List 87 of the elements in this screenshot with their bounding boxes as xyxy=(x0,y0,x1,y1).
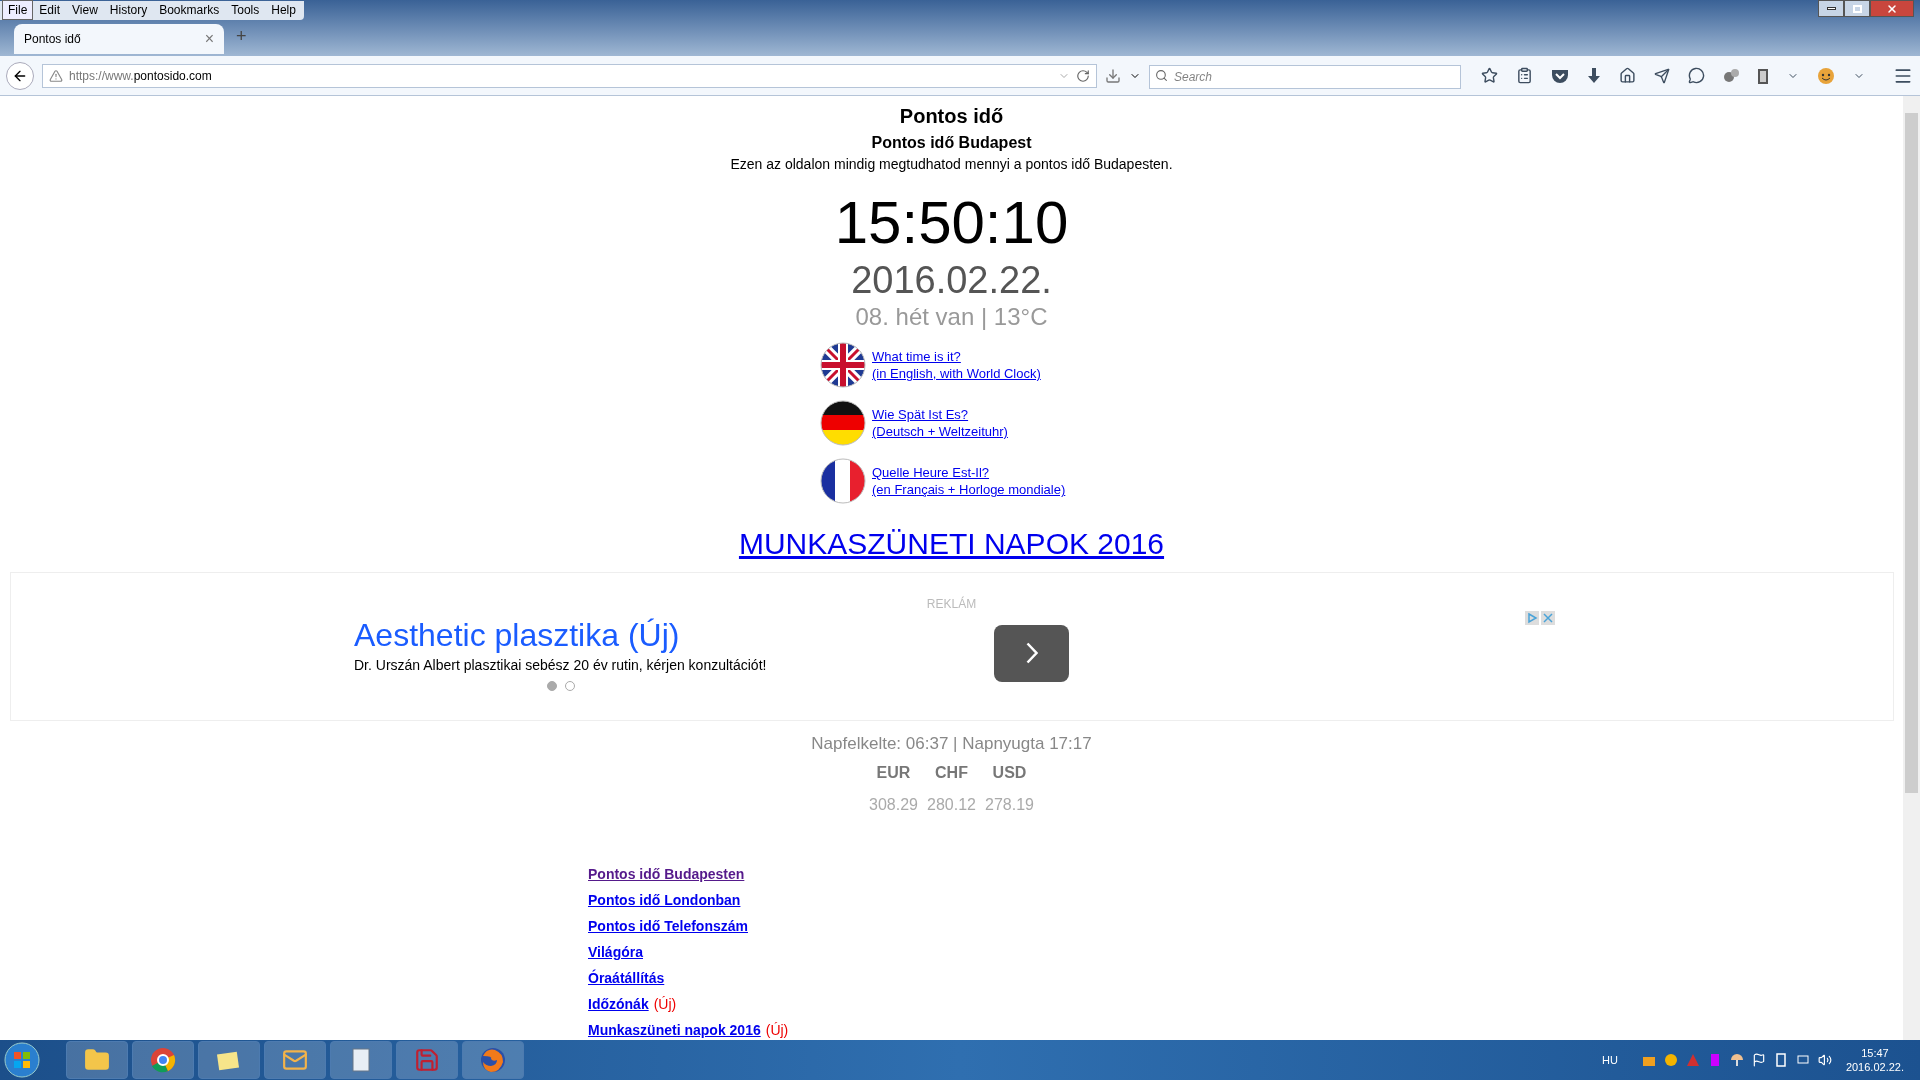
battery-icon[interactable] xyxy=(1757,66,1769,85)
search-field[interactable]: Search xyxy=(1149,64,1461,89)
page-title: Pontos idő xyxy=(899,104,1004,129)
tray-icon[interactable] xyxy=(1773,1053,1788,1067)
tray-icon[interactable] xyxy=(1663,1053,1678,1067)
currency-code: EUR xyxy=(875,763,912,783)
minimize-button[interactable] xyxy=(1818,0,1844,17)
pocket-icon[interactable] xyxy=(1551,67,1569,84)
currency-rate: 278.19 xyxy=(984,795,1035,815)
menu-item[interactable]: Tools xyxy=(225,0,266,20)
date-text: 2016.02.22. xyxy=(851,258,1052,302)
language-link[interactable]: (in English, with World Clock) xyxy=(872,365,1041,382)
nav-link[interactable]: Pontos idő Londonban xyxy=(588,891,741,910)
bookmark-star-icon[interactable] xyxy=(1481,67,1498,84)
ad-choices-icon[interactable] xyxy=(1524,611,1539,625)
notepad-icon[interactable] xyxy=(330,1041,392,1079)
menu-item[interactable]: Edit xyxy=(33,0,67,20)
address-bar[interactable]: https://www.pontosido.com xyxy=(42,63,1097,88)
new-label: (Új) xyxy=(653,995,677,1014)
fox-globe-icon[interactable] xyxy=(462,1041,524,1079)
ad-text: Dr. Urszán Albert plasztikai sebész 20 év rutin, kérjen konzultációt! xyxy=(354,656,768,675)
start-button-icon[interactable] xyxy=(2,1041,42,1079)
bubbles-icon[interactable] xyxy=(1723,67,1739,84)
nav-link[interactable]: Pontos idő Telefonszám xyxy=(588,917,748,936)
menu-item[interactable]: History xyxy=(103,0,154,20)
download-icon[interactable] xyxy=(1105,67,1121,84)
smiley-icon[interactable] xyxy=(1817,66,1835,85)
nav-link[interactable]: Világóra xyxy=(588,943,643,962)
currency-rate: 308.29 xyxy=(868,795,919,815)
nav-link[interactable]: Óraátállítás xyxy=(588,969,665,988)
union-jack-flag-icon xyxy=(820,342,866,388)
search-icon xyxy=(1155,68,1168,82)
back-button[interactable] xyxy=(6,61,34,90)
menu-item[interactable]: View xyxy=(66,0,104,20)
currency-code: CHF xyxy=(934,763,969,783)
tray-icon[interactable] xyxy=(1729,1053,1744,1067)
chat-bubble-icon[interactable] xyxy=(1688,67,1705,84)
taskbar-clock[interactable]: 15:47 2016.02.22. xyxy=(1845,1046,1904,1074)
clock-time: 15:47 xyxy=(1861,1046,1889,1060)
ad-next-button[interactable] xyxy=(994,624,1069,682)
paper-plane-icon[interactable] xyxy=(1654,67,1670,84)
language-link[interactable]: (Deutsch + Weltzeituhr) xyxy=(872,423,1008,440)
menu-item[interactable]: Bookmarks xyxy=(153,0,226,20)
week-weather-text: 08. hét van | 13°C xyxy=(855,302,1048,332)
flag-tray-icon[interactable] xyxy=(1751,1053,1766,1067)
sunrise-sunset-text: Napfelkelte: 06:37 | Napnyugta 17:17 xyxy=(811,733,1092,755)
home-icon[interactable] xyxy=(1619,67,1636,84)
clock-time: 15:50:10 xyxy=(834,188,1069,258)
nav-link[interactable]: Munkaszüneti napok 2016 xyxy=(588,1021,761,1040)
page-subtitle: Pontos idő Budapest xyxy=(871,133,1032,153)
new-label: (Új) xyxy=(765,1021,789,1040)
menu-item[interactable]: Help xyxy=(265,0,302,20)
network-icon[interactable] xyxy=(1795,1053,1810,1067)
french-flag-icon xyxy=(820,458,866,504)
holidays-link[interactable]: MUNKASZÜNETI NAPOK 2016 xyxy=(738,526,1165,562)
close-ad-icon[interactable] xyxy=(1540,611,1555,625)
close-icon xyxy=(1886,2,1898,15)
language-link[interactable]: Quelle Heure Est-Il? xyxy=(872,464,1066,481)
ad-label: REKLÁM xyxy=(926,595,977,613)
restore-button[interactable] xyxy=(1844,0,1870,17)
browser-tab[interactable]: Pontos idő × xyxy=(14,24,224,54)
notes-icon[interactable] xyxy=(198,1041,260,1079)
scrollbar[interactable] xyxy=(1903,96,1920,1040)
chevron-right-icon xyxy=(1025,642,1038,664)
german-flag-icon xyxy=(820,400,866,446)
language-link[interactable]: (en Français + Horloge mondiale) xyxy=(872,481,1066,498)
mail-icon[interactable] xyxy=(264,1041,326,1079)
close-tab-button[interactable]: × xyxy=(204,27,214,51)
url-text: https://www.pontosido.com xyxy=(69,67,213,85)
reload-icon[interactable] xyxy=(1076,68,1090,83)
currency-code: USD xyxy=(991,763,1028,783)
page-description: Ezen az oldalon mindig megtudhatod mennyi a pontos idő Budapesten. xyxy=(730,155,1173,174)
clipboard-icon[interactable] xyxy=(1516,67,1533,84)
nav-link[interactable]: Pontos idő Budapesten xyxy=(588,865,745,884)
currency-rate: 280.12 xyxy=(926,795,977,815)
language-link[interactable]: What time is it? xyxy=(872,348,1041,365)
ad-title-link[interactable]: Aesthetic plasztika (Új) xyxy=(354,615,994,655)
language-indicator[interactable]: HU xyxy=(1602,1051,1618,1069)
volume-icon[interactable] xyxy=(1817,1053,1832,1067)
down-arrow-icon[interactable] xyxy=(1587,67,1601,84)
close-window-button[interactable] xyxy=(1870,0,1914,17)
warning-icon xyxy=(49,68,63,83)
language-link[interactable]: Wie Spät Ist Es? xyxy=(872,406,1008,423)
menu-item[interactable]: File xyxy=(2,0,34,20)
nav-link[interactable]: Időzónák xyxy=(588,995,649,1014)
clock-date: 2016.02.22. xyxy=(1845,1060,1904,1074)
folder-icon[interactable] xyxy=(66,1041,128,1079)
